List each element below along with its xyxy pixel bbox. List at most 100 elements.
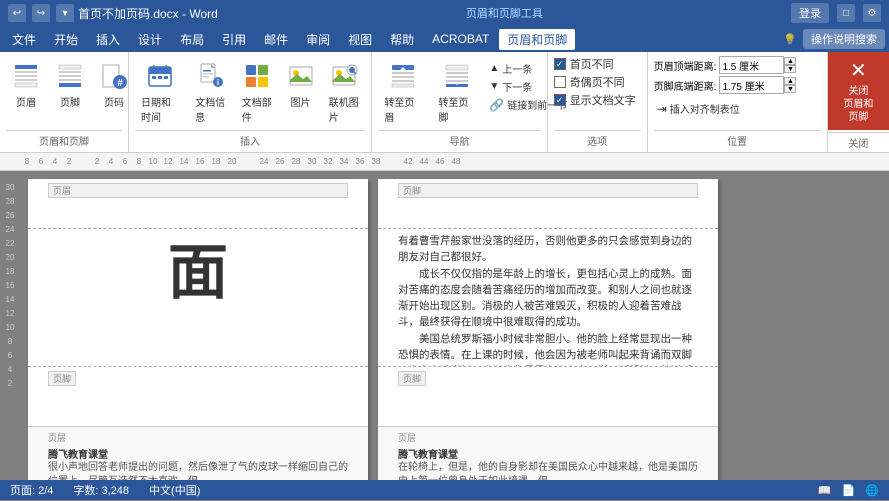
- menu-help[interactable]: 帮助: [382, 29, 422, 50]
- page1-header: 页眉: [28, 179, 368, 229]
- page-num-btn[interactable]: # 页码: [94, 56, 134, 113]
- header-top-field: ▲ ▼: [719, 56, 796, 74]
- header-btn[interactable]: 页眉: [6, 56, 46, 113]
- menu-references[interactable]: 引用: [214, 29, 254, 50]
- nav-section-title: 导航: [378, 130, 540, 148]
- hf-section-title: 页眉和页脚: [6, 130, 122, 148]
- margin-30: 30: [0, 181, 20, 195]
- online-pic-label: 联机图片: [329, 94, 360, 124]
- search-area: 💡 操作说明搜索: [783, 29, 885, 49]
- margin-26: 26: [0, 209, 20, 223]
- position-section-title: 位置: [654, 130, 821, 148]
- online-pic-btn[interactable]: 联机图片: [323, 56, 366, 128]
- page-2[interactable]: 页脚 有着曹雪芹般家世没落的经历，否则他更多的只会感觉到身边的朋友对自己都很好。…: [378, 179, 718, 493]
- page-1[interactable]: 页眉 面 页脚 页层 腾飞教育课堂 很小声地回答老师提出的问题，然后像泄了气的皮…: [28, 179, 368, 493]
- lightbulb-icon: 💡: [783, 33, 797, 46]
- view-web[interactable]: 🌐: [865, 484, 879, 497]
- ruler-mark: 20: [224, 157, 240, 166]
- close-section-title: 关闭: [828, 132, 889, 152]
- close-hf-btn[interactable]: ✕ 关闭页眉和页脚: [828, 52, 889, 130]
- settings-icon[interactable]: ⚙: [863, 4, 881, 22]
- svg-text:#: #: [117, 78, 123, 89]
- menu-view[interactable]: 视图: [340, 29, 380, 50]
- page2-content[interactable]: 有着曹雪芹般家世没落的经历，否则他更多的只会感觉到身边的朋友对自己都很好。 成长…: [378, 229, 718, 366]
- page2-header: 页脚: [378, 179, 718, 229]
- insert-tab-btn[interactable]: ⇥ 插入对齐制表位: [654, 100, 821, 117]
- menu-design[interactable]: 设计: [130, 29, 170, 50]
- footer-bottom-input[interactable]: [719, 76, 784, 94]
- ruler-mark: 16: [192, 157, 208, 166]
- menu-layout[interactable]: 布局: [172, 29, 212, 50]
- show-doc-text-option[interactable]: ✓ 显示文档文字: [554, 92, 641, 108]
- word-count: 字数: 3,248: [73, 482, 129, 498]
- datetime-btn[interactable]: 日期和时间: [135, 56, 185, 128]
- first-diff-checkbox[interactable]: ✓: [554, 58, 566, 70]
- margin-8: 8: [0, 335, 20, 349]
- undo-btn[interactable]: ↩: [8, 4, 26, 22]
- signin-btn[interactable]: 登录: [791, 3, 829, 23]
- margin-6: 6: [0, 349, 20, 363]
- view-layout[interactable]: 📄: [842, 484, 856, 497]
- online-pic-icon: [328, 60, 360, 92]
- footer-bottom-up[interactable]: ▲: [784, 77, 796, 85]
- title-controls: ↩ ↪ ▾: [8, 4, 74, 22]
- odd-even-option[interactable]: 奇偶页不同: [554, 74, 641, 90]
- menu-file[interactable]: 文件: [4, 29, 44, 50]
- show-doc-text-checkbox[interactable]: ✓: [554, 94, 566, 106]
- header-top-input[interactable]: [719, 56, 784, 74]
- margin-20: 20: [0, 251, 20, 265]
- menu-insert[interactable]: 插入: [88, 29, 128, 50]
- first-diff-option[interactable]: ✓ 首页不同: [554, 56, 641, 72]
- title-right: 登录 □ ⚙: [791, 3, 881, 23]
- insert-section-title: 插入: [135, 130, 365, 148]
- datetime-icon: [144, 60, 176, 92]
- goto-footer-label: 转至页脚: [438, 94, 476, 124]
- menu-review[interactable]: 审阅: [298, 29, 338, 50]
- view-read[interactable]: 📖: [818, 484, 832, 497]
- menu-bar: 文件 开始 插入 设计 布局 引用 邮件 审阅 视图 帮助 ACROBAT 页眉…: [0, 26, 889, 52]
- page2-para2: 成长不仅仅指的是年龄上的增长，更包括心灵上的成熟。面对苦痛的态度会随着苦痛经历的…: [398, 268, 692, 329]
- page1-header-label: 页眉: [48, 183, 348, 198]
- ruler-mark: 44: [416, 157, 432, 166]
- doc-area: 30 28 26 24 22 20 18 16 14 12 10 8 6 4 2…: [0, 171, 889, 501]
- goto-footer-btn[interactable]: 转至页脚: [432, 56, 482, 128]
- status-bar: 页面: 2/4 字数: 3,248 中文(中国) 📖 📄 🌐: [0, 480, 889, 500]
- doc-info-btn[interactable]: i 文档信息: [189, 56, 232, 128]
- ribbon: 页眉 页脚: [0, 52, 889, 153]
- menu-header-footer[interactable]: 页眉和页脚: [499, 29, 575, 50]
- title-left: ↩ ↪ ▾ 首页不加页码.docx - Word: [8, 4, 218, 22]
- ruler-mark: 48: [448, 157, 464, 166]
- ruler-mark: 6: [34, 157, 48, 166]
- min-btn[interactable]: □: [837, 4, 855, 22]
- page1-content[interactable]: 面: [28, 229, 368, 366]
- margin-4: 4: [0, 363, 20, 377]
- ruler-mark: 8: [20, 157, 34, 166]
- footer-bottom-down[interactable]: ▼: [784, 85, 796, 93]
- footer-btn[interactable]: 页脚: [50, 56, 90, 113]
- close-label: 关闭页眉和页脚: [840, 85, 877, 124]
- margin-22: 22: [0, 237, 20, 251]
- menu-acrobat[interactable]: ACROBAT: [424, 30, 497, 48]
- left-margin: 30 28 26 24 22 20 18 16 14 12 10 8 6 4 2: [0, 171, 20, 501]
- page1-footer-label: 页脚: [48, 371, 76, 386]
- header-top-arrows: ▲ ▼: [784, 57, 796, 73]
- picture-btn[interactable]: 图片: [282, 56, 318, 113]
- odd-even-checkbox[interactable]: [554, 76, 566, 88]
- header-top-down[interactable]: ▼: [784, 65, 796, 73]
- menu-home[interactable]: 开始: [46, 29, 86, 50]
- header-top-up[interactable]: ▲: [784, 57, 796, 65]
- footer-bottom-label: 页脚底端距离:: [654, 78, 717, 93]
- search-box[interactable]: 操作说明搜索: [803, 29, 885, 49]
- redo-btn[interactable]: ↪: [32, 4, 50, 22]
- page2-footer-label: 页脚: [398, 371, 426, 386]
- ruler-mark: 30: [304, 157, 320, 166]
- options: ✓ 首页不同 奇偶页不同 ✓ 显示文档文字: [554, 56, 641, 130]
- page2-org-name: 腾飞教育课堂: [398, 446, 698, 461]
- menu-mail[interactable]: 邮件: [256, 29, 296, 50]
- doc-parts-btn[interactable]: 文档部件: [236, 56, 279, 128]
- title-text: 首页不加页码.docx - Word: [78, 5, 218, 22]
- customize-btn[interactable]: ▾: [56, 4, 74, 22]
- page1-sub-label: 页层: [48, 431, 348, 444]
- goto-header-btn[interactable]: 转至页眉: [378, 56, 428, 128]
- page1-big-char: 面: [48, 233, 348, 313]
